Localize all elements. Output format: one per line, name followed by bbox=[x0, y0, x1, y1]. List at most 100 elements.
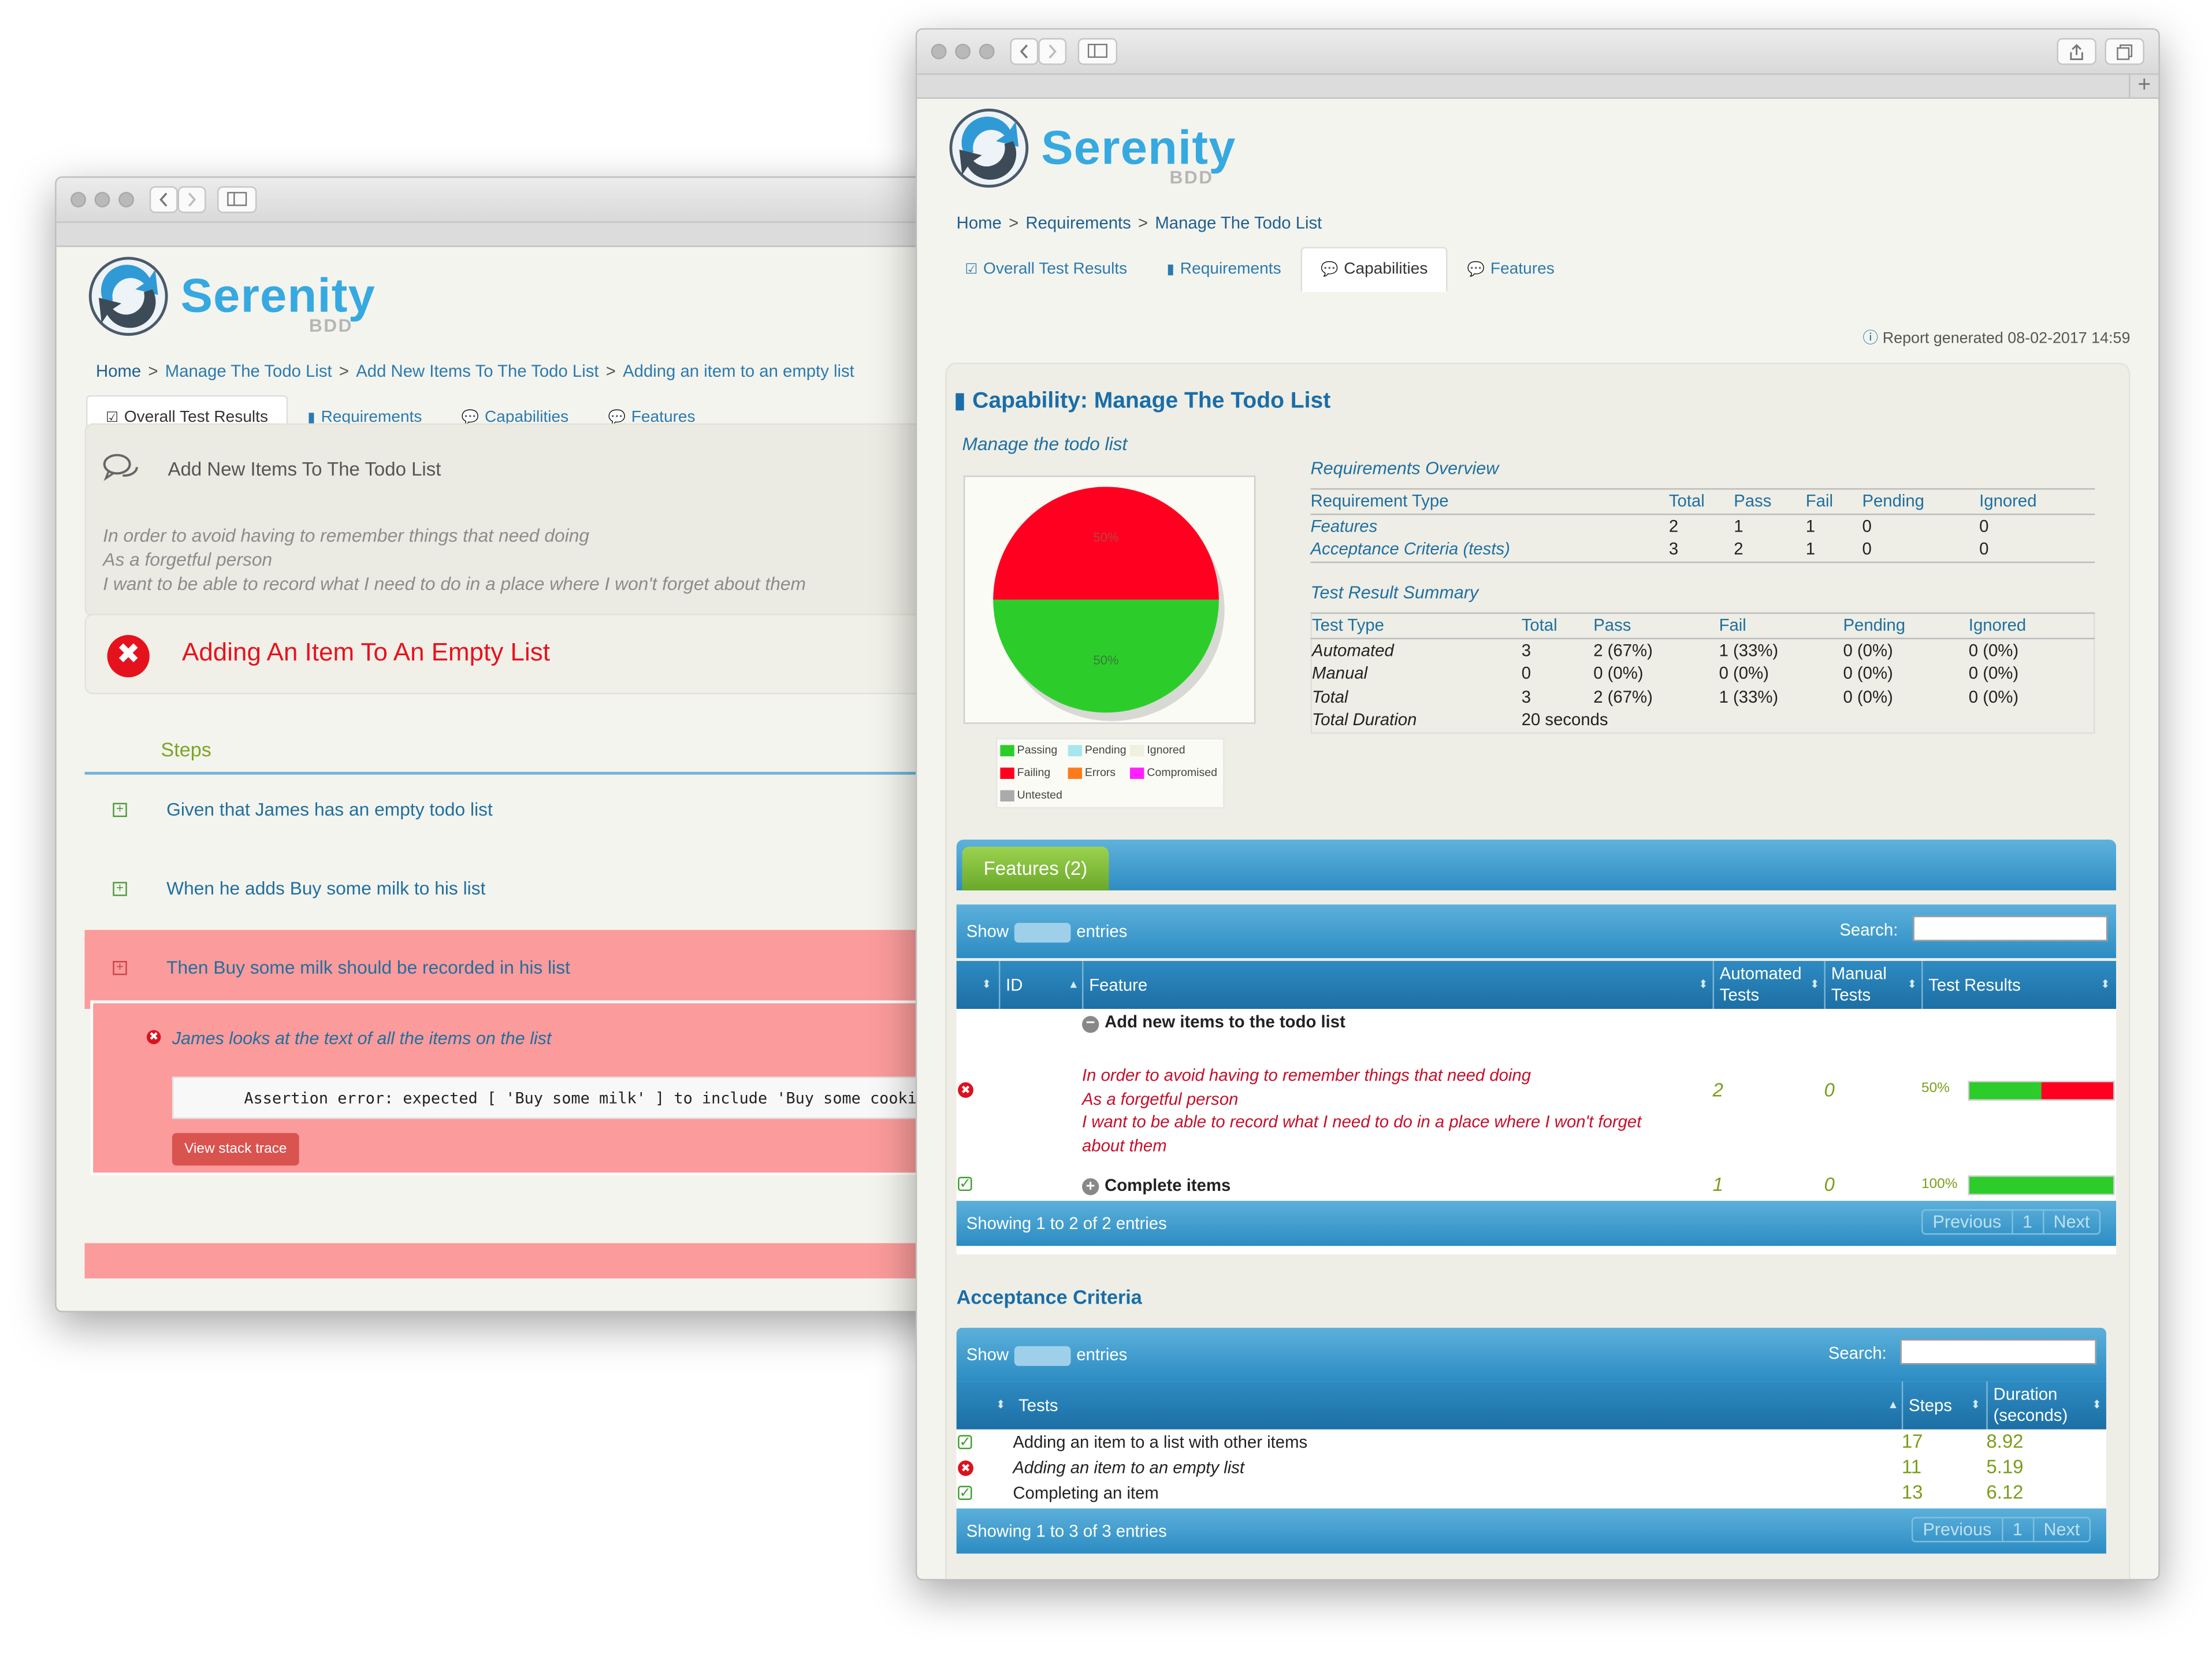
next-page-button[interactable]: Next bbox=[2032, 1518, 2090, 1541]
entries-length-select[interactable] bbox=[1014, 922, 1071, 942]
left-tab-strip bbox=[56, 222, 988, 247]
test-name[interactable]: Adding an item to a list with other item… bbox=[1013, 1432, 1307, 1452]
page-button[interactable]: 1 bbox=[2001, 1518, 2032, 1541]
column-duration[interactable]: Duration (seconds) ⬍ bbox=[1986, 1381, 2106, 1430]
legend-item: Ignored bbox=[1130, 744, 1185, 756]
table-row[interactable]: ✖ − Add new items to the todo list In ord… bbox=[957, 1009, 2116, 1167]
breadcrumb-home[interactable]: Home bbox=[957, 213, 1002, 233]
pagination: Previous 1 Next bbox=[1921, 1209, 2101, 1235]
expand-icon[interactable]: + bbox=[113, 802, 127, 817]
breadcrumb-capability[interactable]: Manage The Todo List bbox=[1155, 213, 1322, 233]
previous-page-button[interactable]: Previous bbox=[1913, 1519, 2001, 1541]
capability-subtitle: Manage the todo list bbox=[962, 433, 1128, 455]
column-status[interactable]: ⬍ bbox=[957, 1382, 1010, 1430]
tab-overall-test-results[interactable]: ☑ Overall Test Results bbox=[945, 247, 1147, 292]
breadcrumb-feature[interactable]: Add New Items To The Todo List bbox=[356, 361, 598, 381]
back-button[interactable] bbox=[149, 186, 178, 213]
forward-button[interactable] bbox=[177, 186, 206, 213]
forward-button[interactable] bbox=[1038, 38, 1067, 65]
step-row-failed[interactable]: + Then Buy some milk should be recorded … bbox=[84, 930, 960, 1009]
sidebar-toggle-button[interactable] bbox=[1077, 38, 1118, 65]
logo-sub: BDD bbox=[1169, 166, 1214, 188]
step-row[interactable]: + Given that James has an empty todo lis… bbox=[85, 772, 960, 851]
column-manual-tests[interactable]: Manual Tests ⬍ bbox=[1824, 961, 1921, 1009]
serenity-logo[interactable]: Serenity BDD bbox=[948, 107, 1236, 190]
search-input[interactable] bbox=[1913, 915, 2108, 941]
next-page-button[interactable]: Next bbox=[2042, 1211, 2099, 1234]
column-tests[interactable]: Tests ▲ bbox=[1010, 1382, 1901, 1430]
legend-label: Pending bbox=[1084, 743, 1127, 756]
table-cell: 3 bbox=[1521, 686, 1531, 707]
back-button[interactable] bbox=[1010, 38, 1039, 65]
table-row[interactable]: ✓ Completing an item 13 6.12 bbox=[957, 1480, 2106, 1506]
failure-icon: ✖ bbox=[958, 1460, 973, 1476]
expand-icon[interactable]: + bbox=[1082, 1178, 1099, 1196]
previous-page-button[interactable]: Previous bbox=[1923, 1211, 2011, 1233]
narrative-line: about them bbox=[1082, 1135, 1167, 1155]
column-automated-tests[interactable]: Automated Tests ⬍ bbox=[1712, 961, 1824, 1009]
book-icon: ▮ bbox=[953, 389, 973, 414]
test-name[interactable]: Adding an item to an empty list bbox=[1013, 1458, 1244, 1478]
narrative-line: As a forgetful person bbox=[1082, 1089, 1239, 1109]
narrative-line: In order to avoid having to remember thi… bbox=[1082, 1065, 1531, 1085]
collapse-icon[interactable]: − bbox=[1082, 1015, 1099, 1033]
tab-capabilities[interactable]: 💬 Capabilities bbox=[1300, 247, 1448, 292]
serenity-logo[interactable]: Serenity BDD bbox=[87, 255, 376, 337]
automated-count: 2 bbox=[1712, 1079, 1723, 1101]
breadcrumb-scenario[interactable]: Adding an item to an empty list bbox=[623, 361, 854, 381]
column-status[interactable]: ⬍ bbox=[957, 961, 999, 1009]
feature-name[interactable]: − Add new items to the todo list bbox=[1082, 1012, 1345, 1033]
requirement-type-link[interactable]: Acceptance Criteria (tests) bbox=[1311, 537, 1669, 562]
tabs-overview-button[interactable] bbox=[2105, 38, 2144, 65]
step-row[interactable]: + When he adds Buy some milk to his list bbox=[85, 851, 960, 930]
minimize-window-button[interactable] bbox=[94, 192, 110, 207]
table-row[interactable]: ✖ Adding an item to an empty list 11 5.1… bbox=[957, 1455, 2106, 1480]
search-input[interactable] bbox=[1900, 1339, 2096, 1365]
table-row[interactable]: ✓ + Complete items 1 0 100% bbox=[957, 1167, 2116, 1201]
close-window-button[interactable] bbox=[70, 192, 86, 207]
column-id[interactable]: ID ▲ bbox=[998, 961, 1082, 1009]
comments-icon: 💬 bbox=[1321, 262, 1339, 279]
features-tab[interactable]: Features (2) bbox=[962, 847, 1109, 890]
feature-name-text: Add new items to the todo list bbox=[1105, 1011, 1345, 1032]
column-feature[interactable]: Feature ⬍ bbox=[1082, 961, 1713, 1009]
breadcrumb-separator: > bbox=[1138, 213, 1148, 233]
test-duration: 8.92 bbox=[1986, 1431, 2024, 1452]
breadcrumb-capability[interactable]: Manage The Todo List bbox=[165, 361, 332, 381]
breadcrumb-separator: > bbox=[148, 361, 158, 381]
tab-requirements[interactable]: ▮ Requirements bbox=[1147, 247, 1300, 292]
search-label: Search: bbox=[1839, 920, 1898, 940]
column-steps[interactable]: Steps ⬍ bbox=[1901, 1381, 1987, 1430]
entries-length-select[interactable] bbox=[1014, 1346, 1071, 1366]
expand-icon[interactable]: + bbox=[113, 960, 127, 975]
result-percent: 100% bbox=[1921, 1176, 1958, 1193]
share-button[interactable] bbox=[2057, 38, 2096, 65]
view-stack-trace-button[interactable]: View stack trace bbox=[172, 1133, 299, 1166]
zoom-window-button[interactable] bbox=[979, 43, 995, 60]
minimize-window-button[interactable] bbox=[955, 43, 971, 60]
zoom-window-button[interactable] bbox=[118, 192, 134, 207]
assertion-message: Assertion error: expected [ 'Buy some mi… bbox=[172, 1077, 962, 1119]
table-row: Acceptance Criteria (tests) 3 2 1 0 0 bbox=[1310, 537, 2095, 562]
close-window-button[interactable] bbox=[931, 43, 947, 60]
error-icon: ✖ bbox=[146, 1030, 161, 1045]
breadcrumb: Home > Requirements > Manage The Todo List bbox=[957, 213, 1322, 233]
new-tab-button[interactable]: + bbox=[2128, 74, 2158, 98]
table-cell: 1 bbox=[1805, 516, 1816, 536]
test-steps: 13 bbox=[1901, 1482, 1923, 1503]
breadcrumb-home[interactable]: Home bbox=[96, 361, 141, 381]
expand-icon[interactable]: + bbox=[113, 881, 127, 896]
sidebar-toggle-button[interactable] bbox=[217, 186, 257, 213]
features-table-header: ⬍ ID ▲ Feature ⬍ Automated Tests ⬍ Manual T… bbox=[956, 961, 2116, 1009]
table-cell: 0 (0%) bbox=[1843, 686, 1893, 707]
narrative-line: I want to be able to record what I need … bbox=[1082, 1112, 1642, 1132]
tab-features[interactable]: 💬 Features bbox=[1448, 247, 1574, 292]
feature-name[interactable]: + Complete items bbox=[1082, 1175, 1230, 1196]
pie-label-failing: 50% bbox=[1094, 530, 1119, 545]
test-name[interactable]: Completing an item bbox=[1013, 1483, 1158, 1503]
column-test-results[interactable]: Test Results ⬍ bbox=[1921, 961, 2116, 1009]
breadcrumb-requirements[interactable]: Requirements bbox=[1025, 213, 1131, 233]
page-button[interactable]: 1 bbox=[2011, 1211, 2042, 1234]
table-row[interactable]: ✓ Adding an item to a list with other it… bbox=[957, 1430, 2106, 1455]
requirement-type-link[interactable]: Features bbox=[1311, 514, 1669, 538]
